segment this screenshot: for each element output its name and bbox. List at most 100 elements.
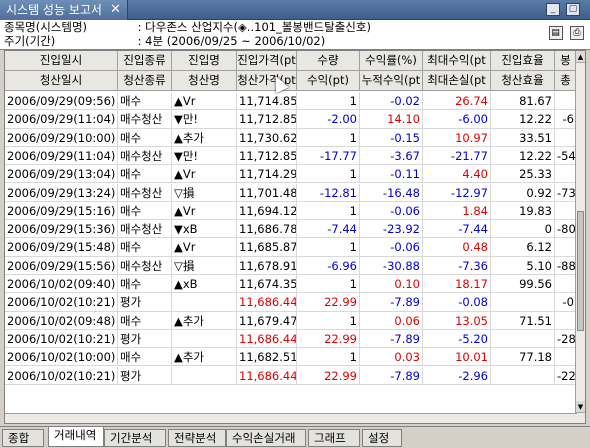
- cell-price: 11,712.85: [239, 146, 297, 165]
- cell-max: -5.20: [423, 329, 491, 348]
- cell-bar: -28: [557, 329, 577, 348]
- exit-header-0[interactable]: 청산일시: [5, 71, 118, 91]
- table-row[interactable]: 2006/10/02(09:48) 매수 ▲추가 11,679.47 1 0.06 13.0…: [5, 311, 577, 330]
- entry-header-1[interactable]: 진입종류: [118, 51, 172, 71]
- cell-rate: -7.89: [360, 293, 423, 312]
- cell-bar: [555, 165, 577, 184]
- exit-header-2[interactable]: 청산명: [172, 71, 237, 91]
- report-tab-label: 시스템 성능 보고서: [6, 3, 102, 17]
- tab-4[interactable]: 수익손실거래: [226, 429, 306, 447]
- info-icons: ▤ ⎙: [545, 25, 584, 40]
- header-row-entry: 진입일시 진입종류 진입명 진입가격(pt 수량 수익률(%) 최대수익(pt 진입효율 봉: [5, 51, 577, 71]
- vertical-scrollbar[interactable]: ▲ ▼: [575, 51, 585, 423]
- cell-name: ▼만!: [172, 110, 237, 129]
- table-row[interactable]: 2006/09/29(13:04) 매수 ▲Vr 11,714.29 1 -0.11 4.4…: [5, 165, 577, 184]
- entry-header-2[interactable]: 진입명: [172, 51, 237, 71]
- cell-rate: -7.89: [360, 366, 423, 385]
- cell-name: ▲추가: [172, 128, 237, 147]
- cell-price: 11,686.78: [239, 220, 297, 239]
- table-row[interactable]: 2006/10/02(10:00) 매수 ▲추가 11,682.51 1 0.03 10.0…: [5, 348, 577, 367]
- table-row[interactable]: 2006/10/02(09:40) 매수 ▲xB 11,674.35 1 0.10 18.1…: [5, 275, 577, 294]
- cell-name: ▲추가: [172, 311, 237, 330]
- exit-header-7[interactable]: 청산효율: [491, 71, 555, 91]
- print-icon[interactable]: ⎙: [570, 26, 584, 40]
- entry-header-6[interactable]: 최대수익(pt: [423, 51, 491, 71]
- entry-header-0[interactable]: 진입일시: [5, 51, 118, 71]
- cell-qty: -7.44: [297, 220, 360, 239]
- cell-max: 13.05: [423, 311, 491, 330]
- table-row[interactable]: 2006/10/02(10:21) 평가 11,686.44 22.99 -7.89 -2…: [5, 366, 577, 385]
- tab-5[interactable]: 그래프: [308, 429, 360, 447]
- close-icon[interactable]: ✕: [108, 2, 123, 17]
- cell-name: ▲Vr: [172, 201, 237, 220]
- cell-type: 매수: [118, 238, 172, 257]
- cell-price: 11,694.12: [239, 201, 297, 220]
- cell-rate: -7.89: [360, 329, 423, 348]
- table-row[interactable]: 2006/10/02(10:21) 평가 11,686.44 22.99 -7.89 -0…: [5, 293, 577, 312]
- cell-price: 11,682.51: [239, 348, 297, 367]
- header-row-exit: 청산일시 청산종류 청산명 청산가격(pt 수익(pt) 누적수익(pt 최대손실(pt 청산…: [5, 71, 577, 91]
- cell-bar: -0: [555, 293, 577, 312]
- cell-date: 2006/09/29(11:04): [5, 110, 118, 129]
- scroll-up-icon[interactable]: ▲: [576, 51, 585, 63]
- cell-date: 2006/09/29(15:56): [5, 256, 118, 275]
- tab-3[interactable]: 전략분석: [168, 429, 226, 447]
- tab-6[interactable]: 설정: [362, 429, 402, 447]
- table-row[interactable]: 2006/09/29(11:04) 매수청산 ▼만! 11,712.85 -17.77-…: [5, 146, 577, 166]
- cell-rate: -0.11: [360, 165, 423, 184]
- table-row[interactable]: 2006/09/29(15:56) 매수청산 ▽損 11,678.91 -6.96 -30…: [5, 256, 577, 275]
- cell-qty: 1: [297, 165, 360, 184]
- window-maximize-icon[interactable]: ▢: [566, 3, 580, 16]
- cell-date: 2006/10/02(10:21): [5, 329, 118, 348]
- exit-header-8[interactable]: 총: [555, 71, 577, 91]
- cell-qty: 22.99: [297, 366, 360, 385]
- scroll-thumb[interactable]: [577, 211, 584, 331]
- exit-header-1[interactable]: 청산종류: [118, 71, 172, 91]
- exit-header-5[interactable]: 누적수익(pt: [360, 71, 423, 91]
- cell-name: ▽損: [172, 256, 237, 275]
- cell-type: 매수청산: [118, 183, 172, 202]
- horizontal-scrollbar[interactable]: [5, 413, 577, 423]
- symbol-row: 종목명(시스템명) : 다우존스 산업지수(◈..101_볼봉밴드탈출신호): [4, 20, 371, 35]
- cell-bar: -73: [557, 183, 577, 202]
- cell-max: -6.00: [423, 110, 491, 129]
- cell-qty: 1: [297, 348, 360, 367]
- table-row[interactable]: 2006/09/29(10:00) 매수 ▲추가 11,730.62 1 -0.15 10.…: [5, 128, 577, 147]
- table-row[interactable]: 2006/09/29(15:16) 매수 ▲Vr 11,694.12 1 -0.06 1.8…: [5, 201, 577, 221]
- table-row[interactable]: 2006/09/29(15:36) 매수청산 ▼xB 11,686.78 -7.44 -2…: [5, 220, 577, 239]
- scroll-down-icon[interactable]: ▼: [576, 401, 585, 413]
- cell-price: 11,685.87: [239, 238, 297, 257]
- window-minimize-icon[interactable]: _: [546, 3, 560, 16]
- cell-max: -21.77: [423, 146, 491, 165]
- entry-header-8[interactable]: 봉: [555, 51, 577, 71]
- tab-1[interactable]: 거래내역: [48, 427, 104, 447]
- cell-bar: -6: [555, 110, 577, 129]
- table-row[interactable]: 2006/09/29(15:48) 매수 ▲Vr 11,685.87 1 -0.06 0.4…: [5, 238, 577, 257]
- tab-0[interactable]: 종합: [2, 429, 44, 447]
- exit-header-3[interactable]: 청산가격(pt: [237, 71, 297, 91]
- save-icon[interactable]: ▤: [548, 26, 563, 40]
- cell-rate: -30.88: [360, 256, 423, 275]
- cell-bar: -88: [557, 256, 577, 275]
- cell-date: 2006/10/02(09:40): [5, 275, 118, 293]
- entry-header-7[interactable]: 진입효율: [491, 51, 555, 71]
- exit-header-6[interactable]: 최대손실(pt: [423, 71, 491, 91]
- cell-eff: 99.56: [491, 275, 555, 293]
- exit-header-4[interactable]: 수익(pt): [297, 71, 360, 91]
- table-row[interactable]: 2006/10/02(10:21) 평가 11,686.44 22.99 -7.89 -5…: [5, 329, 577, 349]
- cell-type: 매수: [118, 201, 172, 220]
- table-row[interactable]: 2006/09/29(13:24) 매수청산 ▽損 11,701.48 -12.81 -1…: [5, 183, 577, 202]
- report-tab[interactable]: 시스템 성능 보고서 ✕: [0, 0, 128, 20]
- cell-rate: 0.06: [360, 311, 423, 330]
- tab-2[interactable]: 기간분석: [104, 429, 166, 447]
- table-row[interactable]: 2006/09/29(11:04) 매수청산 ▼만! 11,712.85 -2.00 14…: [5, 110, 577, 129]
- entry-header-5[interactable]: 수익률(%): [360, 51, 423, 71]
- cell-type: 매수: [118, 128, 172, 147]
- entry-header-3[interactable]: 진입가격(pt: [237, 51, 297, 71]
- cell-name: ▽損: [172, 183, 237, 202]
- entry-header-4[interactable]: 수량: [297, 51, 360, 71]
- cell-rate: -0.06: [360, 201, 423, 220]
- table-row[interactable]: 2006/09/29(09:56) 매수 ▲Vr 11,714.85 1 -0.02 26.…: [5, 92, 577, 111]
- cell-price: 11,686.44: [239, 366, 297, 385]
- cell-type: 매수청산: [118, 110, 172, 129]
